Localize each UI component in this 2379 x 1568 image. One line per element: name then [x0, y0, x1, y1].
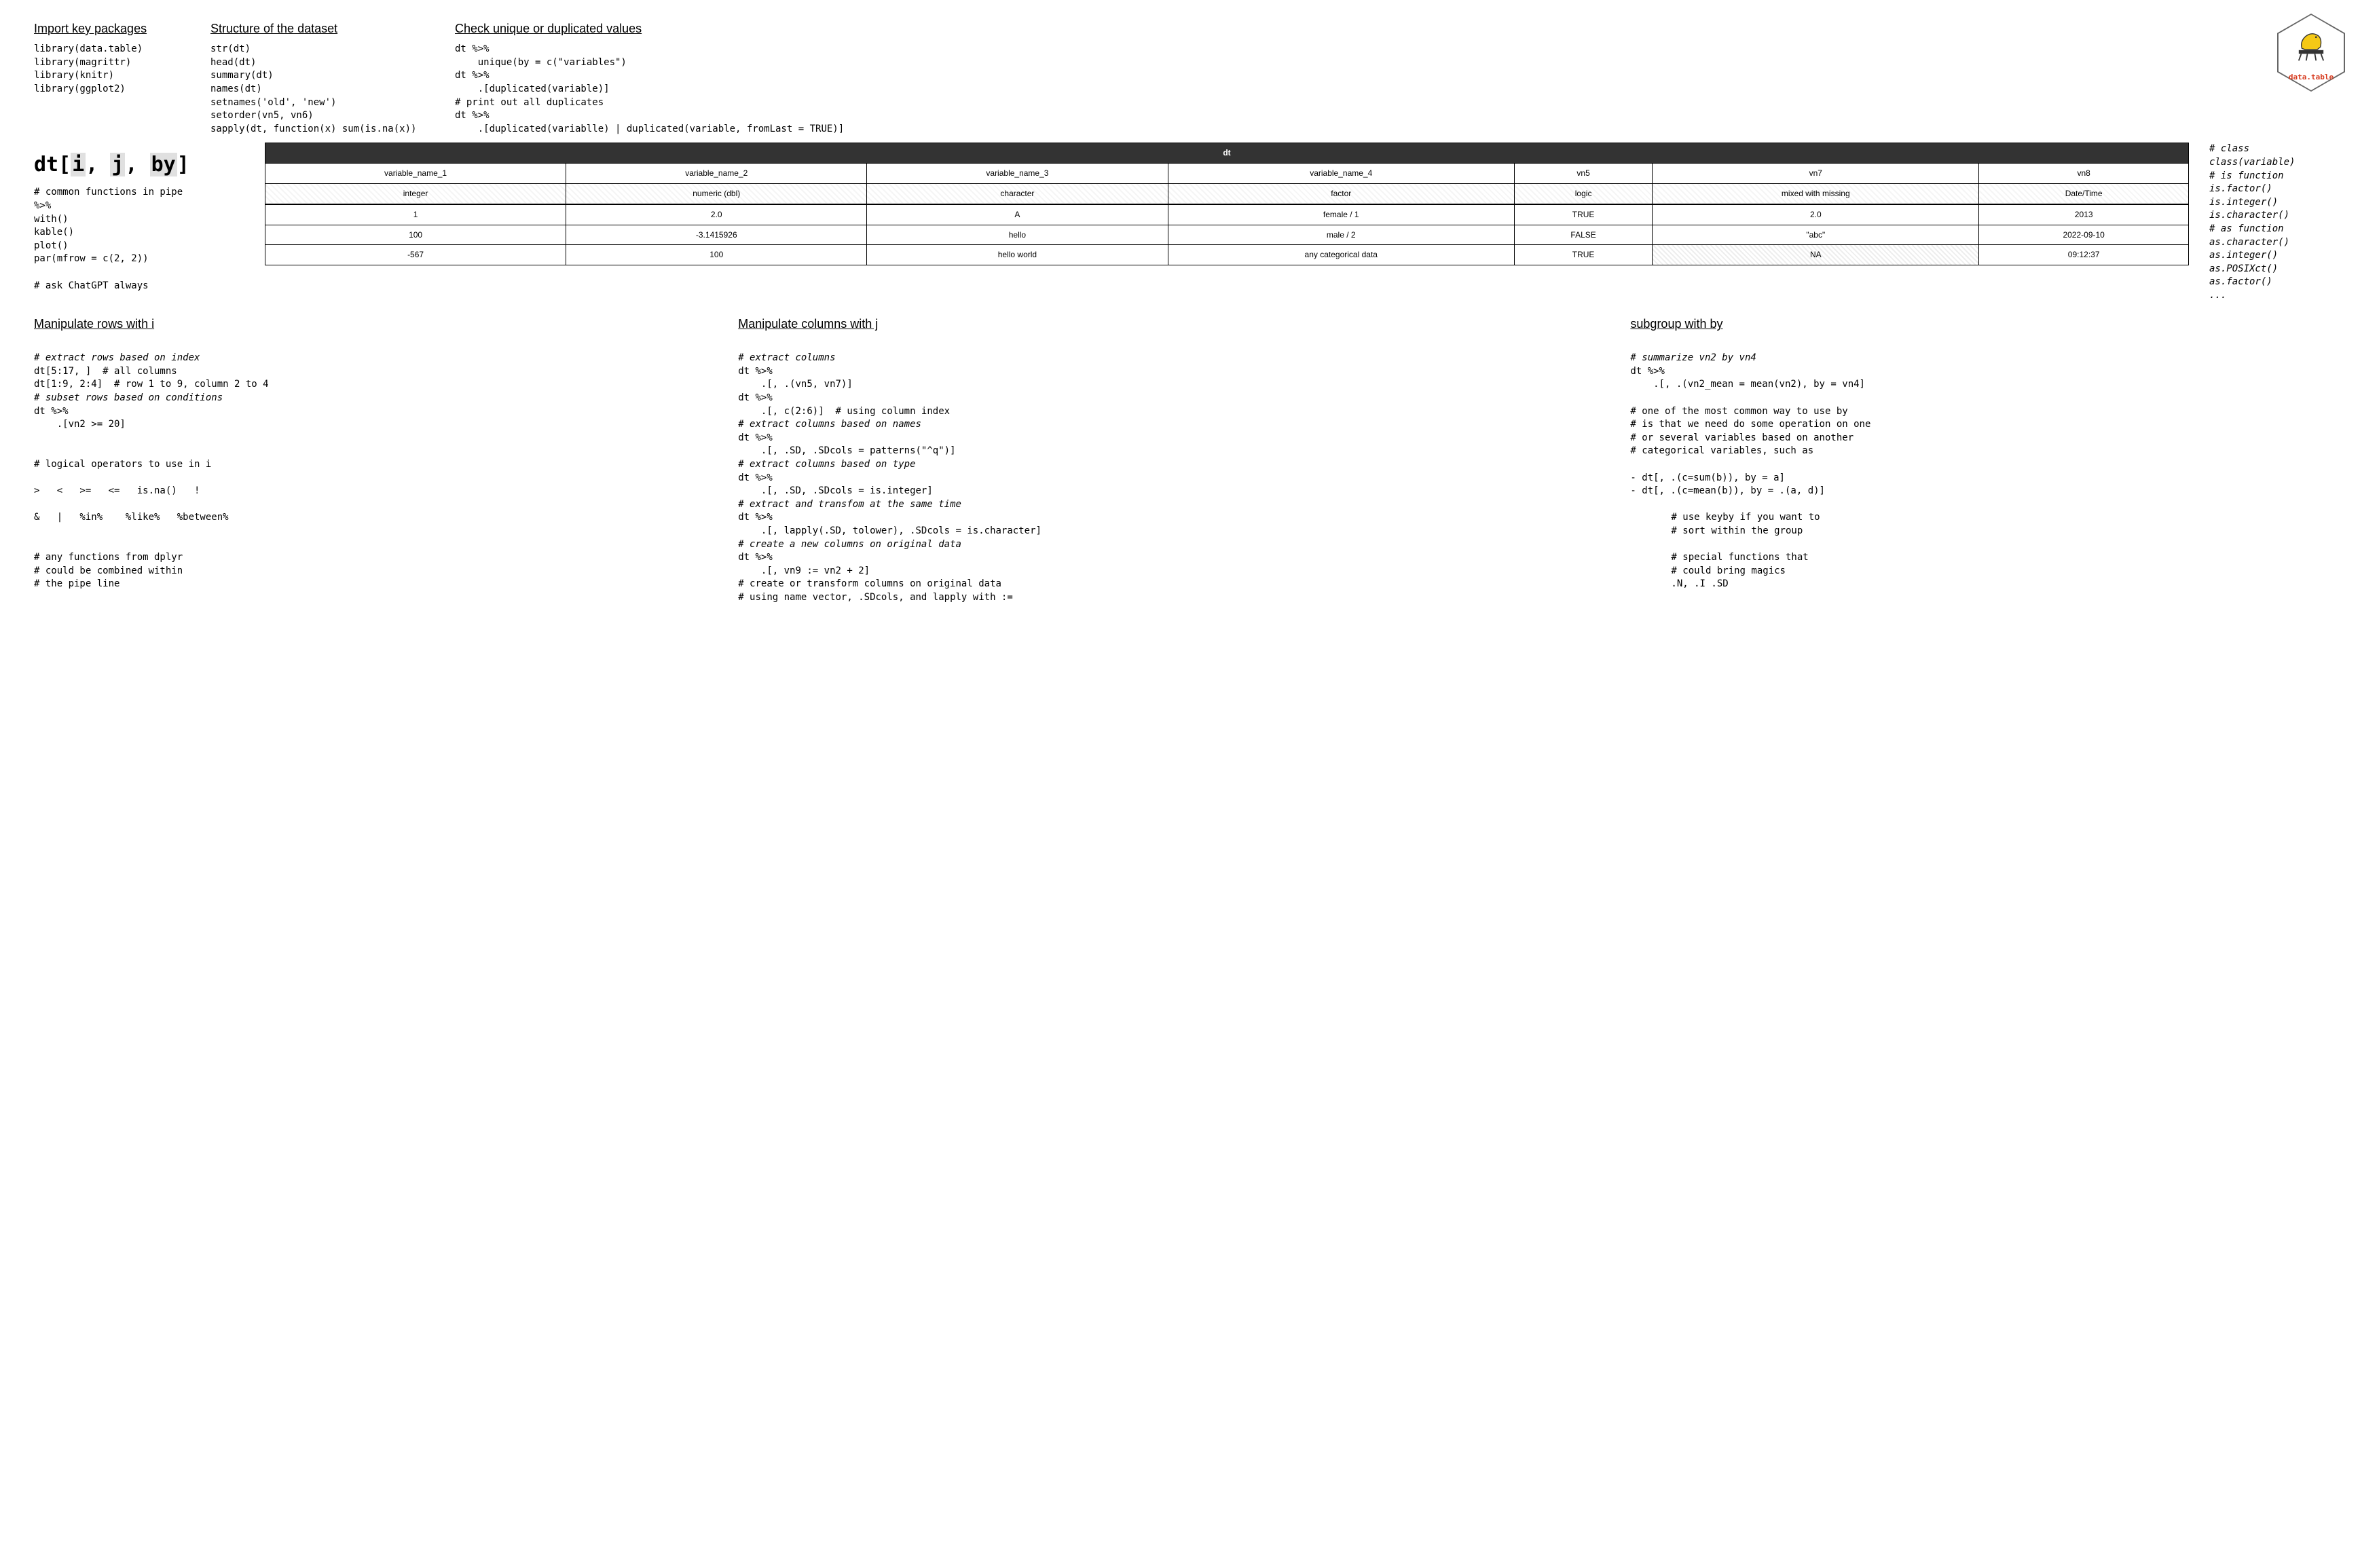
j-comment-2: # extract columns based on names [738, 418, 1603, 432]
heading-structure: Structure of the dataset [210, 20, 428, 37]
j-line-4: dt %>% .[, lapply(.SD, tolower), .SDcols… [738, 511, 1603, 538]
j-tail: # create or transform columns on origina… [738, 578, 1603, 604]
by-special: # special functions that # could bring m… [1671, 551, 2345, 591]
code-unique: dt %>% unique(by = c("variables") dt %>%… [455, 43, 2345, 136]
seal-on-table-icon [2292, 29, 2330, 62]
table-row: 100 -3.1415926 hello male / 2 FALSE "abc… [265, 225, 2189, 245]
i-ops-1: > < >= <= is.na() ! [34, 485, 711, 498]
i-line-3: dt %>% .[vn2 >= 20] [34, 405, 711, 432]
i-comment-2: # subset rows based on conditions [34, 392, 711, 405]
by-examples: - dt[, .(c=sum(b)), by = a] - dt[, .(c=m… [1630, 472, 2345, 498]
heading-import: Import key packages [34, 20, 183, 37]
i-logical-heading: # logical operators to use in i [34, 458, 711, 472]
class-functions: # class class(variable) # is function is… [2209, 143, 2345, 302]
example-table: dt variable_name_1 variable_name_2 varia… [265, 143, 2189, 265]
table-colnames: variable_name_1 variable_name_2 variable… [265, 164, 2189, 184]
i-comment-1: # extract rows based on index [34, 352, 711, 365]
common-pipe-comment: # common functions in pipe [34, 186, 244, 200]
i-ops-2: & | %in% %like% %between% [34, 511, 711, 525]
j-line-1b: .[, c(2:6)] # using column index [738, 405, 1603, 419]
table-row: -567 100 hello world any categorical dat… [265, 245, 2189, 265]
common-pipe-code: %>% with() kable() plot() par(mfrow = c(… [34, 200, 244, 266]
code-import: library(data.table) library(magrittr) li… [34, 43, 183, 96]
table-types: integer numeric (dbl) character factor l… [265, 183, 2189, 204]
dt-syntax: dt[i, j, by] [34, 151, 244, 179]
code-structure: str(dt) head(dt) summary(dt) names(dt) s… [210, 43, 428, 136]
j-comment-4: # extract and transfom at the same time [738, 498, 1603, 512]
data-table-logo: data.table [2277, 14, 2352, 95]
by-keyby: # use keyby if you want to # sort within… [1671, 511, 2345, 538]
heading-cols-j: Manipulate columns with j [738, 316, 1603, 333]
heading-by: subgroup with by [1630, 316, 2345, 333]
i-tail: # any functions from dplyr # could be co… [34, 551, 711, 591]
by-comment-1: # summarize vn2 by vn4 [1630, 352, 2345, 365]
heading-unique: Check unique or duplicated values [455, 20, 2345, 37]
j-comment-5: # create a new columns on original data [738, 538, 1603, 552]
j-comment-1: # extract columns [738, 352, 1603, 365]
logo-label: data.table [2277, 72, 2345, 82]
table-row: 1 2.0 A female / 1 TRUE 2.0 2013 [265, 204, 2189, 225]
heading-rows-i: Manipulate rows with i [34, 316, 711, 333]
by-mid: # one of the most common way to use by #… [1630, 405, 2345, 458]
j-line-1: dt %>% .[, .(vn5, vn7)] dt %>% [738, 365, 1603, 405]
by-line-1: dt %>% .[, .(vn2_mean = mean(vn2), by = … [1630, 365, 2345, 392]
i-line-2: dt[1:9, 2:4] # row 1 to 9, column 2 to 4 [34, 378, 711, 392]
table-title: dt [265, 143, 2189, 164]
i-line-1: dt[5:17, ] # all columns [34, 365, 711, 379]
j-line-5: dt %>% .[, vn9 := vn2 + 2] [738, 551, 1603, 578]
j-line-3: dt %>% .[, .SD, .SDcols = is.integer] [738, 472, 1603, 498]
j-comment-3: # extract columns based on type [738, 458, 1603, 472]
ask-chatgpt: # ask ChatGPT always [34, 280, 244, 293]
j-line-2: dt %>% .[, .SD, .SDcols = patterns("^q")… [738, 432, 1603, 458]
